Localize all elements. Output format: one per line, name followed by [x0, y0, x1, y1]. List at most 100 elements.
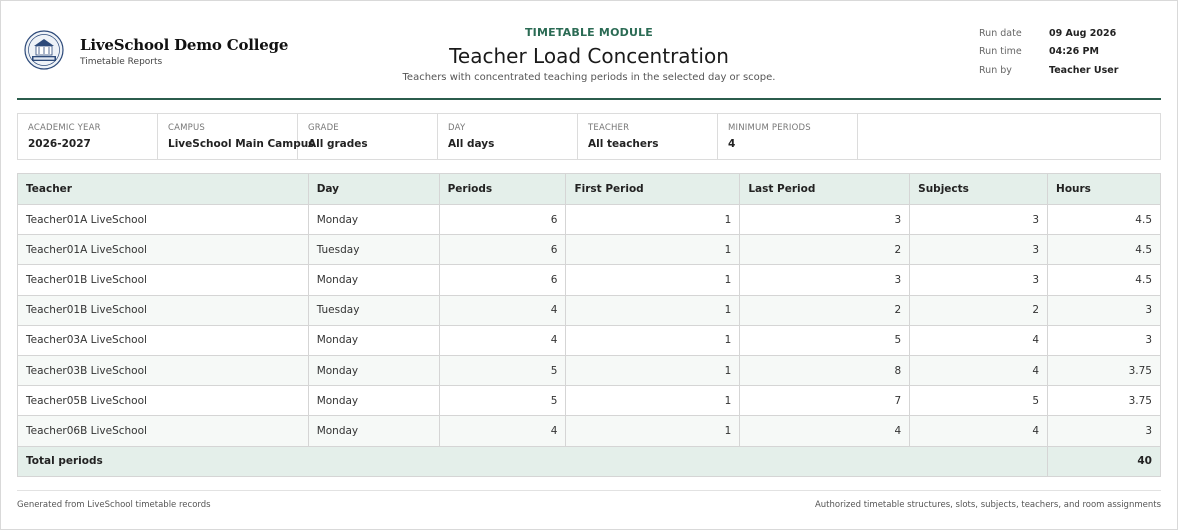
filter-label: ACADEMIC YEAR — [28, 123, 101, 133]
cell-day: Monday — [307, 203, 440, 236]
cell-hours: 4.5 — [1047, 264, 1161, 296]
column-header-subjects[interactable]: Subjects — [909, 173, 1049, 205]
cell-subjects: 5 — [909, 385, 1049, 417]
cell-teacher: Teacher01A LiveSchool — [17, 234, 309, 266]
filter-summary: ACADEMIC YEAR 2026-2027 CAMPUS LiveSchoo… — [17, 113, 1161, 160]
table-row: Teacher05B LiveSchool Monday 5 1 7 5 3.7… — [17, 385, 1161, 417]
filter-value: LiveSchool Main Campus — [168, 138, 315, 150]
filter-label: CAMPUS — [168, 123, 206, 133]
cell-subjects: 4 — [909, 324, 1049, 356]
cell-last-period: 8 — [739, 354, 911, 387]
cell-day: Monday — [307, 385, 440, 417]
cell-last-period: 2 — [739, 294, 911, 326]
cell-subjects: 4 — [909, 354, 1049, 387]
filter-academic-year: ACADEMIC YEAR 2026-2027 — [18, 114, 158, 159]
cell-periods: 6 — [438, 203, 567, 236]
cell-teacher: Teacher01B LiveSchool — [17, 264, 309, 296]
cell-teacher: Teacher01B LiveSchool — [17, 294, 309, 326]
table-header-row: Teacher Day Periods First Period Last Pe… — [17, 173, 1161, 205]
filter-label: DAY — [448, 123, 466, 133]
column-header-first-period[interactable]: First Period — [565, 173, 741, 205]
header-divider — [17, 98, 1161, 100]
cell-day: Monday — [307, 264, 440, 296]
run-time-value: 04:26 PM — [1049, 46, 1099, 57]
cell-last-period: 4 — [739, 415, 911, 447]
filter-label: TEACHER — [588, 123, 630, 133]
cell-day: Tuesday — [307, 234, 440, 266]
cell-first-period: 1 — [565, 234, 741, 266]
table-row: Teacher01A LiveSchool Tuesday 6 1 2 3 4.… — [17, 234, 1161, 266]
cell-subjects: 2 — [909, 294, 1049, 326]
cell-periods: 5 — [438, 354, 567, 387]
cell-first-period: 1 — [565, 294, 741, 326]
filter-value: 2026-2027 — [28, 138, 91, 150]
cell-subjects: 3 — [909, 234, 1049, 266]
cell-last-period: 3 — [739, 264, 911, 296]
cell-subjects: 3 — [909, 264, 1049, 296]
table-row: Teacher01B LiveSchool Monday 6 1 3 3 4.5 — [17, 264, 1161, 296]
table-row: Teacher03A LiveSchool Monday 4 1 5 4 3 — [17, 324, 1161, 356]
table-row: Teacher03B LiveSchool Monday 5 1 8 4 3.7… — [17, 354, 1161, 387]
cell-hours: 3 — [1047, 294, 1161, 326]
filter-teacher: TEACHER All teachers — [578, 114, 718, 159]
footer-scope-note: Authorized timetable structures, slots, … — [814, 500, 1161, 510]
cell-teacher: Teacher03B LiveSchool — [17, 354, 309, 387]
filter-value: All days — [448, 138, 495, 150]
cell-hours: 3.75 — [1047, 385, 1161, 417]
cell-subjects: 4 — [909, 415, 1049, 447]
footer-source-note: Generated from LiveSchool timetable reco… — [17, 500, 211, 510]
cell-teacher: Teacher06B LiveSchool — [17, 415, 309, 447]
table-row: Teacher06B LiveSchool Monday 4 1 4 4 3 — [17, 415, 1161, 447]
total-value: 40 — [1047, 445, 1161, 477]
teacher-load-table: Teacher Day Periods First Period Last Pe… — [16, 173, 1161, 477]
filter-value: All grades — [308, 138, 368, 150]
cell-hours: 3 — [1047, 415, 1161, 447]
cell-first-period: 1 — [565, 354, 741, 387]
cell-hours: 4.5 — [1047, 203, 1161, 236]
cell-teacher: Teacher01A LiveSchool — [17, 203, 309, 236]
cell-periods: 5 — [438, 385, 567, 417]
cell-last-period: 3 — [739, 203, 911, 236]
filter-grade: GRADE All grades — [298, 114, 438, 159]
filter-campus: CAMPUS LiveSchool Main Campus — [158, 114, 315, 159]
run-date-value: 09 Aug 2026 — [1049, 28, 1117, 39]
cell-periods: 4 — [438, 324, 567, 356]
cell-hours: 3 — [1047, 324, 1161, 356]
cell-teacher: Teacher03A LiveSchool — [17, 324, 309, 356]
cell-day: Monday — [307, 354, 440, 387]
cell-periods: 4 — [438, 415, 567, 447]
column-header-day[interactable]: Day — [307, 173, 440, 205]
cell-hours: 4.5 — [1047, 234, 1161, 266]
cell-teacher: Teacher05B LiveSchool — [17, 385, 309, 417]
cell-day: Monday — [307, 415, 440, 447]
column-header-teacher[interactable]: Teacher — [17, 173, 309, 205]
column-header-last-period[interactable]: Last Period — [739, 173, 911, 205]
filter-value: All teachers — [588, 138, 659, 150]
cell-periods: 6 — [438, 234, 567, 266]
cell-periods: 4 — [438, 294, 567, 326]
column-header-periods[interactable]: Periods — [438, 173, 567, 205]
cell-first-period: 1 — [565, 324, 741, 356]
cell-last-period: 7 — [739, 385, 911, 417]
cell-first-period: 1 — [565, 264, 741, 296]
column-header-hours[interactable]: Hours — [1047, 173, 1161, 205]
footer-divider — [17, 490, 1161, 491]
run-by-value: Teacher User — [1049, 65, 1119, 76]
cell-subjects: 3 — [909, 203, 1049, 236]
total-label: Total periods — [16, 445, 1049, 477]
filter-label: MINIMUM PERIODS — [728, 123, 811, 133]
filter-value: 4 — [728, 138, 736, 150]
table-row: Teacher01A LiveSchool Monday 6 1 3 3 4.5 — [17, 203, 1161, 236]
cell-last-period: 5 — [739, 324, 911, 356]
run-date-label: Run date — [979, 28, 1022, 39]
filter-day: DAY All days — [438, 114, 578, 159]
cell-day: Monday — [307, 324, 440, 356]
filter-minimum-periods: MINIMUM PERIODS 4 — [718, 114, 858, 159]
cell-first-period: 1 — [565, 415, 741, 447]
cell-first-period: 1 — [565, 385, 741, 417]
cell-last-period: 2 — [739, 234, 911, 266]
cell-day: Tuesday — [307, 294, 440, 326]
cell-periods: 6 — [438, 264, 567, 296]
table-row: Teacher01B LiveSchool Tuesday 4 1 2 2 3 — [17, 294, 1161, 326]
run-by-label: Run by — [979, 65, 1012, 76]
